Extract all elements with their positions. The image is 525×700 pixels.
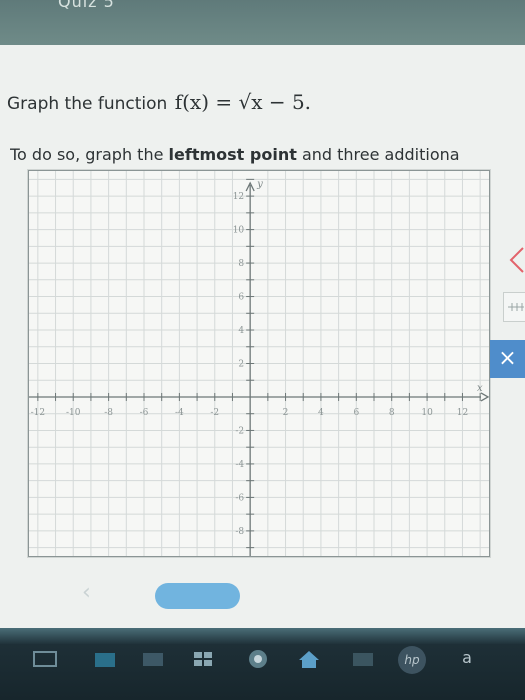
taskbar: hp a xyxy=(0,628,525,700)
photos-icon[interactable] xyxy=(350,648,376,670)
x-tick-label: 2 xyxy=(283,408,289,418)
y-tick-label: -6 xyxy=(235,493,244,503)
amazon-icon[interactable]: a xyxy=(455,648,479,670)
taskbar-glow xyxy=(0,628,525,644)
y-axis-label: y xyxy=(256,179,263,190)
chrome-icon[interactable] xyxy=(245,648,271,670)
instruction-bold: leftmost point xyxy=(168,145,297,164)
mail-icon[interactable] xyxy=(140,648,166,670)
y-tick-label: 4 xyxy=(238,326,244,336)
windows-store-icon[interactable] xyxy=(190,648,216,670)
task-view-icon[interactable] xyxy=(32,648,58,670)
y-tick-label: -8 xyxy=(235,527,244,537)
submit-button[interactable] xyxy=(155,583,240,609)
clear-button[interactable]: × xyxy=(490,340,525,378)
y-tick-label: 10 xyxy=(233,226,245,236)
home-icon[interactable] xyxy=(296,648,322,670)
point-tool[interactable] xyxy=(503,240,525,280)
x-tick-label: 12 xyxy=(457,408,468,418)
hp-icon[interactable]: hp xyxy=(398,646,426,674)
point-tool-icon xyxy=(509,247,524,273)
y-tick-label: 2 xyxy=(238,360,244,370)
question-prefix: Graph the function xyxy=(7,94,173,114)
x-tick-label: 6 xyxy=(353,408,359,418)
x-tick-label: 10 xyxy=(421,408,433,418)
x-tick-label: -10 xyxy=(66,408,81,418)
hp-label: hp xyxy=(404,653,420,667)
back-chevron-icon[interactable]: ‹ xyxy=(82,580,91,605)
x-tick-label: -12 xyxy=(31,408,45,418)
y-tick-label: -4 xyxy=(235,460,244,470)
x-tick-label: -8 xyxy=(104,408,113,418)
question-text: Graph the function f(x) = √x − 5. xyxy=(7,90,311,114)
store-icon[interactable] xyxy=(92,648,118,670)
curve-tool[interactable] xyxy=(503,292,525,322)
instruction-part2: and three additiona xyxy=(296,145,460,164)
curve-tool-icon xyxy=(508,303,524,311)
x-tick-label: 4 xyxy=(318,408,324,418)
y-tick-label: -2 xyxy=(235,426,244,436)
amazon-label: a xyxy=(462,648,472,667)
coordinate-grid[interactable]: -12 -10 -8 -6 -4 -2 2 4 6 8 10 12 12 10 8 6 4 2 -2 -4 -6 -8 x y xyxy=(29,171,489,556)
y-tick-label: 8 xyxy=(238,259,244,269)
x-axis-label: x xyxy=(477,383,483,394)
x-tick-label: -4 xyxy=(175,408,184,418)
instruction-text: To do so, graph the leftmost point and t… xyxy=(10,145,525,164)
x-tick-label: -2 xyxy=(210,408,219,418)
close-icon: × xyxy=(498,346,517,371)
quiz-header-bar: Quiz 5 xyxy=(0,0,525,45)
quiz-title: Quiz 5 xyxy=(58,0,115,11)
y-tick-label: 6 xyxy=(238,293,244,303)
graph-canvas[interactable]: -12 -10 -8 -6 -4 -2 2 4 6 8 10 12 12 10 8 6 4 2 -2 -4 -6 -8 x y xyxy=(28,170,490,557)
x-tick-label: 8 xyxy=(389,408,395,418)
y-tick-label: 12 xyxy=(233,192,244,202)
function-formula: f(x) = √x − 5. xyxy=(174,90,312,114)
x-tick-label: -6 xyxy=(140,408,149,418)
x-axis-arrow xyxy=(480,392,489,402)
instruction-part1: To do so, graph the xyxy=(10,145,169,164)
